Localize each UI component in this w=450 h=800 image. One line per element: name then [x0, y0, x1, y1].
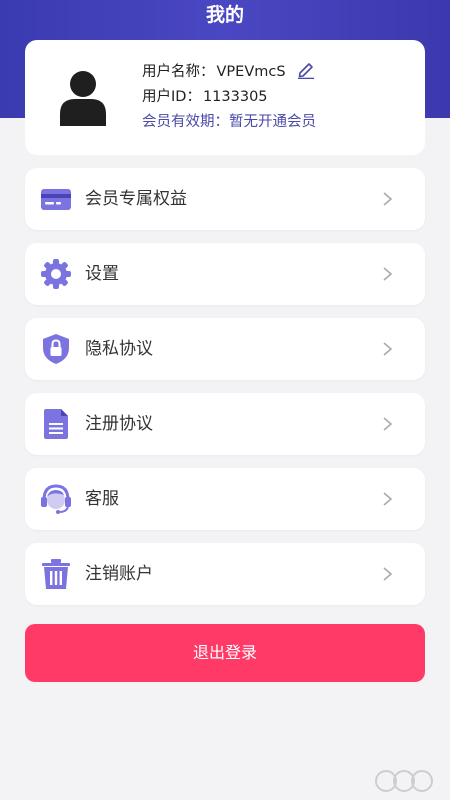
- menu-item-settings[interactable]: 设置: [25, 243, 425, 305]
- menu-label: 隐私协议: [85, 339, 153, 359]
- menu-item-privacy-policy[interactable]: 隐私协议: [25, 318, 425, 380]
- menu-item-delete-account[interactable]: 注销账户: [25, 543, 425, 605]
- userid-label: 用户ID：: [142, 89, 201, 105]
- vip-status: 会员有效期：暂无开通会员: [142, 114, 316, 130]
- watermark-logo: [375, 770, 433, 792]
- menu-label: 设置: [85, 264, 119, 284]
- username-value: VPEVmcS: [216, 64, 286, 80]
- chevron-right-icon: [383, 342, 393, 356]
- username-row: 用户名称： VPEVmcS: [142, 60, 316, 85]
- trash-icon: [42, 559, 70, 589]
- username-label: 用户名称：: [142, 64, 215, 80]
- userid-row: 用户ID： 1133305: [142, 85, 316, 110]
- menu-label: 注册协议: [85, 414, 153, 434]
- user-avatar-icon[interactable]: [58, 70, 108, 126]
- card-icon: [41, 189, 71, 210]
- menu-label: 会员专属权益: [85, 189, 187, 209]
- chevron-right-icon: [383, 567, 393, 581]
- headset-icon: [41, 484, 71, 514]
- pencil-edit-icon[interactable]: [296, 59, 316, 79]
- menu-item-vip-benefits[interactable]: 会员专属权益: [25, 168, 425, 230]
- menu-item-customer-service[interactable]: 客服: [25, 468, 425, 530]
- profile-info: 用户名称： VPEVmcS 用户ID： 1133305 会员有效期：暂无开通会员: [142, 60, 316, 135]
- chevron-right-icon: [383, 192, 393, 206]
- document-icon: [44, 409, 68, 439]
- menu-label: 注销账户: [85, 564, 153, 584]
- profile-card: 用户名称： VPEVmcS 用户ID： 1133305 会员有效期：暂无开通会员: [25, 40, 425, 155]
- shield-lock-icon: [43, 334, 69, 364]
- chevron-right-icon: [383, 417, 393, 431]
- chevron-right-icon: [383, 492, 393, 506]
- gear-icon: [41, 259, 71, 289]
- page-title: 我的: [205, 4, 244, 26]
- userid-value: 1133305: [202, 89, 268, 105]
- menu-label: 客服: [85, 489, 119, 509]
- menu-item-registration-agreement[interactable]: 注册协议: [25, 393, 425, 455]
- chevron-right-icon: [383, 267, 393, 281]
- logout-button[interactable]: 退出登录: [25, 624, 425, 682]
